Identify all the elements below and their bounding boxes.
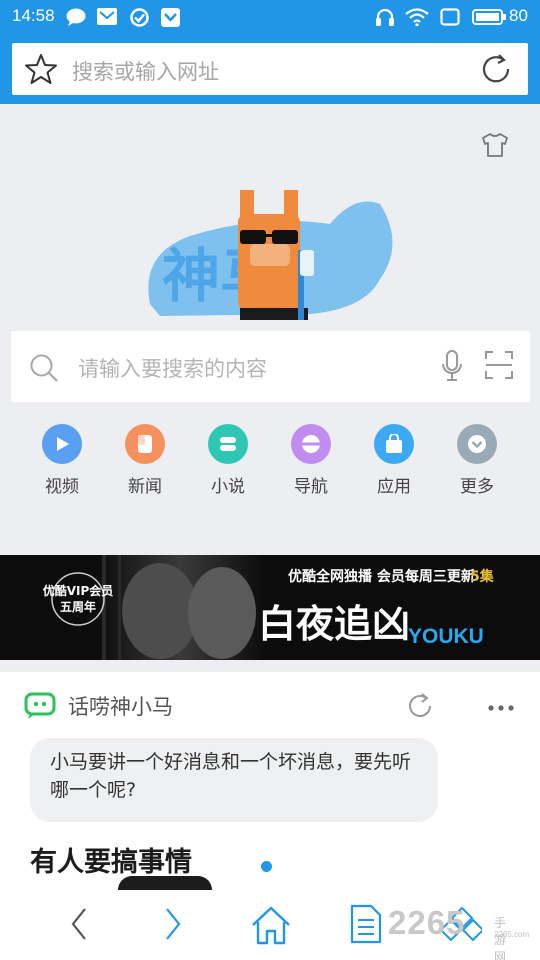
address-bar: 搜索或输入网址 [0,34,540,104]
home-icon[interactable] [250,904,292,946]
page-indicator-dot [261,861,272,872]
status-time: 14:58 [12,6,55,25]
banner-badge-line2: 五周年 [60,599,96,614]
play-icon [42,424,82,464]
more-options-icon[interactable] [488,704,514,712]
chat-card-icon [24,692,56,719]
shortcut-novel[interactable]: 小说 [188,424,268,497]
chat-card-title: 话唠神小马 [68,695,173,719]
chat-card: 话唠神小马 小马要讲一个好消息和一个坏消息，要先听哪一个呢? 有人要搞事情 [0,672,540,890]
banner-artwork: 优酷VIP会员 五周年 优酷全网独播 会员每周三更新 5集 白夜追凶 YOUKU [43,555,495,660]
alpaca-mascot-icon: 神马 [148,190,393,320]
status-bar: 14:58 80 [0,0,540,34]
shortcut-label: 导航 [294,477,328,497]
banner-badge-line1: 优酷VIP会员 [43,583,114,598]
shortcut-video[interactable]: 视频 [22,424,102,497]
mail-icon [97,8,117,25]
bottom-nav: 2265 手游网 2265.com [0,890,540,960]
watermark-number: 2265 [388,904,466,941]
headline-thumbnail [118,876,212,890]
shortcut-label: 小说 [211,477,245,497]
search-placeholder: 请输入要搜索的内容 [78,357,267,381]
refresh-icon[interactable] [479,52,513,86]
shortcut-label: 新闻 [128,477,162,497]
shortcut-label: 应用 [377,477,411,497]
banner-title: 白夜追凶 [258,601,410,646]
scan-icon[interactable] [485,351,513,379]
more-icon [457,424,497,464]
shortcut-label: 更多 [460,477,494,497]
forward-icon[interactable] [160,904,186,944]
youku-banner-ad[interactable]: 优酷VIP会员 五周年 优酷全网独播 会员每周三更新 5集 白夜追凶 YOUKU [0,555,540,660]
book-icon [208,424,248,464]
chat-message-bubble[interactable]: 小马要讲一个好消息和一个坏消息，要先听哪一个呢? [30,738,438,822]
reload-icon[interactable] [406,692,434,720]
shortcut-label: 视频 [45,477,79,497]
shortcut-more[interactable]: 更多 [437,424,517,497]
search-icon [30,354,58,382]
url-placeholder: 搜索或输入网址 [72,60,219,84]
skin-shirt-icon[interactable] [480,130,510,160]
headphones-icon [376,8,394,26]
shortcut-navigation[interactable]: 导航 [271,424,351,497]
battery-level: 80 [509,6,528,25]
shortcut-news[interactable]: 新闻 [105,424,185,497]
battery-icon [472,9,506,25]
watermark-url: 2265.com [494,930,530,939]
back-icon[interactable] [66,904,92,944]
banner-brand: YOUKU [408,625,484,648]
compass-icon [291,424,331,464]
url-input[interactable]: 搜索或输入网址 [12,43,528,95]
wifi-icon [405,8,429,26]
check-circle-icon [130,8,149,27]
banner-headline: 优酷全网独播 会员每周三更新 [288,568,475,585]
shortcut-grid: 视频 新闻 小说 导航 应用 更多 [0,424,540,497]
bag-icon [374,424,414,464]
shenma-logo: 神马 [140,184,400,328]
search-box[interactable]: 请输入要搜索的内容 [11,331,530,402]
shield-icon [161,8,180,27]
shortcut-apps[interactable]: 应用 [354,424,434,497]
microphone-icon[interactable] [441,350,463,382]
bookmarks-icon[interactable] [350,904,382,944]
chat-bubble-icon [66,8,86,26]
news-icon [125,424,165,464]
screen-icon [440,8,460,26]
banner-highlight: 5集 [470,568,495,585]
star-icon[interactable] [24,53,58,85]
chat-headline[interactable]: 有人要搞事情 [30,840,192,879]
